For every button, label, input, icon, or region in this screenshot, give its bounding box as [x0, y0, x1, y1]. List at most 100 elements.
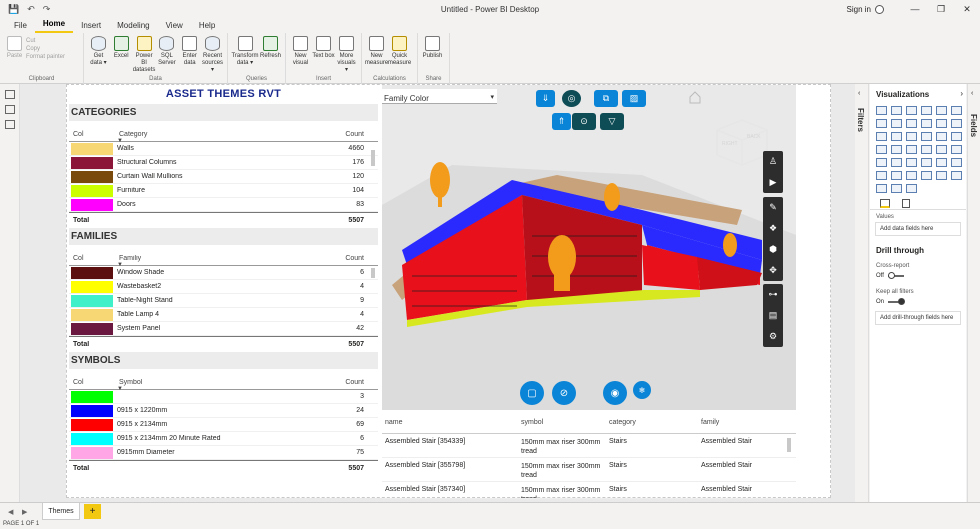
pie-icon[interactable] [921, 132, 932, 141]
undo-icon[interactable]: ↶ [27, 4, 35, 15]
funnel-icon[interactable] [891, 132, 902, 141]
line-column-icon[interactable] [921, 119, 932, 128]
name-header[interactable]: name [382, 419, 521, 426]
custom-visual-icon[interactable] [876, 184, 887, 193]
table-row[interactable]: 3 [69, 390, 378, 404]
waterfall-icon[interactable] [876, 132, 887, 141]
sign-in-button[interactable]: Sign in [847, 4, 884, 14]
col-header[interactable]: Col [69, 131, 115, 138]
python-visual-icon[interactable] [936, 158, 947, 167]
table-row[interactable]: 0915 x 1220mm 24 [69, 404, 378, 418]
add-page-button[interactable]: + [84, 504, 101, 519]
more-icon[interactable] [951, 171, 962, 180]
structure-icon[interactable]: ⊶ [763, 284, 783, 305]
stacked-area-icon[interactable] [906, 119, 917, 128]
table-row[interactable]: Window Shade 6 [69, 266, 378, 280]
family-header[interactable]: Familiy [115, 255, 338, 262]
100-bar-icon[interactable] [936, 106, 947, 115]
chevron-left-icon[interactable]: ‹ [858, 90, 860, 97]
ruler-icon[interactable]: ✎ [763, 197, 783, 218]
paginated-icon[interactable] [921, 171, 932, 180]
next-page-icon[interactable]: ▶ [22, 508, 27, 516]
save-icon[interactable]: 💾 [8, 4, 19, 15]
menu-help[interactable]: Help [191, 21, 223, 33]
hatch-button[interactable]: ▨ [622, 90, 646, 107]
table-row[interactable]: System Panel 42 [69, 322, 378, 336]
menu-home[interactable]: Home [34, 19, 74, 33]
model-view-icon[interactable] [4, 120, 15, 129]
line-chart-icon[interactable] [876, 119, 887, 128]
copy-button[interactable]: Copy [26, 46, 80, 52]
families-table[interactable]: Col Familiy Count ▼ Window Shade 6 Wasteb… [69, 245, 378, 352]
arcgis-icon[interactable] [936, 171, 947, 180]
filled-map-icon[interactable] [891, 145, 902, 154]
treemap-icon[interactable] [951, 132, 962, 141]
scrollbar[interactable] [370, 266, 376, 342]
cut-button[interactable]: Cut [26, 38, 80, 44]
smart-narrative-icon[interactable] [906, 171, 917, 180]
fields-pane[interactable]: ‹ Fields [967, 84, 980, 502]
model-viewer[interactable]: RIGHT BACK Family Color ▾ ⇓ ◎ ⧉ ▨ ⇑ ⊙ ▽ ♙… [382, 85, 796, 410]
model-tree-icon[interactable]: ✥ [763, 260, 783, 281]
slicer-icon[interactable] [876, 158, 887, 167]
count-header[interactable]: Count [338, 255, 378, 262]
minimize-button[interactable]: — [902, 4, 928, 14]
menu-file[interactable]: File [6, 21, 35, 33]
menu-insert[interactable]: Insert [73, 21, 109, 33]
table-row[interactable]: Table-Night Stand 9 [69, 294, 378, 308]
fields-tab-icon[interactable] [880, 199, 890, 208]
prev-page-icon[interactable]: ◀ [8, 508, 13, 516]
donut-icon[interactable] [936, 132, 947, 141]
table-row[interactable]: 0915mm Diameter 75 [69, 446, 378, 460]
symbols-table[interactable]: Col Symbol Count ▼ 3 0915 x 1220mm 24 091… [69, 369, 378, 476]
report-view-icon[interactable] [4, 90, 15, 99]
categories-table[interactable]: Col Category Count ▼ Walls 4660 Structura… [69, 121, 378, 228]
scroll-thumb[interactable] [371, 150, 375, 166]
count-header[interactable]: Count [338, 131, 378, 138]
person-icon[interactable]: ♙ [763, 151, 783, 172]
format-tab-icon[interactable] [902, 199, 910, 208]
values-drop-zone[interactable]: Add data fields here [875, 222, 961, 236]
table-row[interactable]: Assembled Stair [355798] 150mm max riser… [382, 458, 796, 482]
explode-icon[interactable]: ⬢ [763, 239, 783, 260]
r-visual-icon[interactable] [921, 158, 932, 167]
matrix-icon[interactable] [906, 158, 917, 167]
ribbon-chart-icon[interactable] [951, 119, 962, 128]
upload-button[interactable]: ⇑ [552, 113, 571, 130]
scrollbar[interactable] [786, 434, 792, 494]
multi-row-card-icon[interactable] [936, 145, 947, 154]
table-row[interactable]: Curtain Wall Mullions 120 [69, 170, 378, 184]
custom-visual-icon[interactable] [891, 184, 902, 193]
restore-button[interactable]: ❐ [928, 4, 954, 15]
table-row[interactable]: Table Lamp 44 [69, 308, 378, 322]
stacked-column-icon[interactable] [891, 106, 902, 115]
keep-filters-toggle[interactable]: On [870, 297, 966, 311]
custom-visual-icon[interactable] [906, 184, 917, 193]
area-chart-icon[interactable] [891, 119, 902, 128]
color-by-dropdown[interactable]: Family Color ▾ [382, 89, 497, 104]
table-row[interactable]: Structural Columns 176 [69, 156, 378, 170]
clear-filter-button[interactable]: ⊘ [552, 381, 576, 405]
category-header[interactable]: category [609, 419, 701, 426]
select-mode-button[interactable]: ◎ [562, 90, 581, 107]
family-header[interactable]: family [701, 419, 786, 426]
chevron-right-icon[interactable]: › [960, 89, 963, 98]
decomposition-tree-icon[interactable] [876, 171, 887, 180]
pin-button[interactable]: ⇓ [536, 90, 555, 107]
gauge-icon[interactable] [906, 145, 917, 154]
table-row[interactable]: 0915 x 2134mm 20 Minute Rated 6 [69, 432, 378, 446]
page-tab-themes[interactable]: Themes [42, 503, 80, 520]
table-row[interactable]: Doors 83 [69, 198, 378, 212]
scroll-thumb[interactable] [787, 438, 791, 452]
100-column-icon[interactable] [951, 106, 962, 115]
properties-table[interactable]: name symbol category family Assembled St… [382, 412, 796, 499]
table-row[interactable]: 0915 x 2134mm 69 [69, 418, 378, 432]
key-influencers-icon[interactable] [951, 158, 962, 167]
scroll-thumb[interactable] [371, 268, 375, 278]
section-icon[interactable]: ❖ [763, 218, 783, 239]
cross-report-toggle[interactable]: Off [870, 271, 966, 285]
redo-icon[interactable]: ↷ [43, 4, 51, 15]
table-row[interactable]: Furniture 104 [69, 184, 378, 198]
table-row[interactable]: Assembled Stair [354339] 150mm max riser… [382, 434, 796, 458]
table-icon[interactable] [891, 158, 902, 167]
